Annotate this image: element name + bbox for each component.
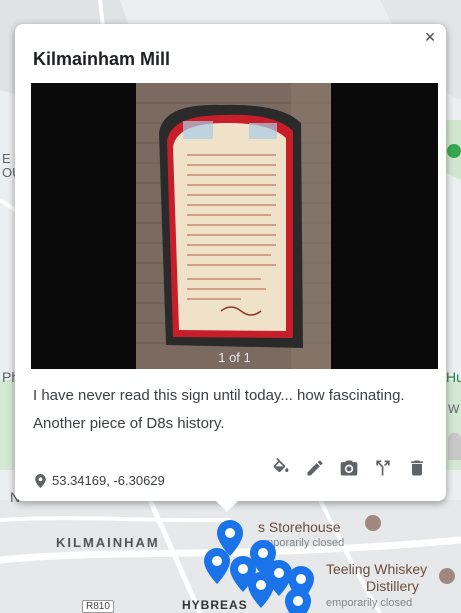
road-badge-r810: R810 xyxy=(82,600,114,613)
map-label-distillery[interactable]: Distillery xyxy=(366,578,419,594)
fill-color-button[interactable] xyxy=(270,457,292,479)
delete-button[interactable] xyxy=(406,457,428,479)
edit-icon xyxy=(307,460,323,476)
sign-photo xyxy=(31,83,438,369)
map-label-fragment-right: Hu xyxy=(446,369,461,385)
place-title: Kilmainham Mill xyxy=(33,49,171,69)
map-pin-marker[interactable] xyxy=(248,572,274,608)
edit-button[interactable] xyxy=(304,457,326,479)
map-label-fragment-right-2: W xyxy=(448,402,460,416)
coordinates-text: 53.34169, -6.30629 xyxy=(52,473,165,488)
map-label-teeling[interactable]: Teeling Whiskey xyxy=(326,561,427,577)
camera-button[interactable] xyxy=(338,457,360,479)
route-icon xyxy=(376,460,390,476)
map-pin-marker[interactable] xyxy=(285,588,311,613)
place-description: I have never read this sign until today.… xyxy=(33,387,405,432)
delete-icon xyxy=(411,460,423,476)
coordinates: 53.34169, -6.30629 xyxy=(35,473,165,488)
map-pin-marker[interactable] xyxy=(204,548,230,584)
camera-icon xyxy=(340,460,358,476)
photo-counter: 1 of 1 xyxy=(218,350,251,365)
map-label-teeling-status: emporarily closed xyxy=(326,597,413,609)
close-button[interactable]: × xyxy=(420,28,440,48)
info-window: × Kilmainham Mill 1 of 1 I have never re… xyxy=(15,24,446,512)
photo-viewer[interactable]: 1 of 1 xyxy=(31,83,438,369)
location-pin-icon xyxy=(35,473,46,488)
map-label-storehouse[interactable]: s Storehouse xyxy=(258,519,341,535)
map-label-hybreasal: HYBREAS xyxy=(182,598,248,612)
map-label-kilmainham: KILMAINHAM xyxy=(56,535,160,550)
action-toolbar xyxy=(270,457,428,479)
route-button[interactable] xyxy=(372,457,394,479)
fill-color-icon xyxy=(273,458,289,473)
